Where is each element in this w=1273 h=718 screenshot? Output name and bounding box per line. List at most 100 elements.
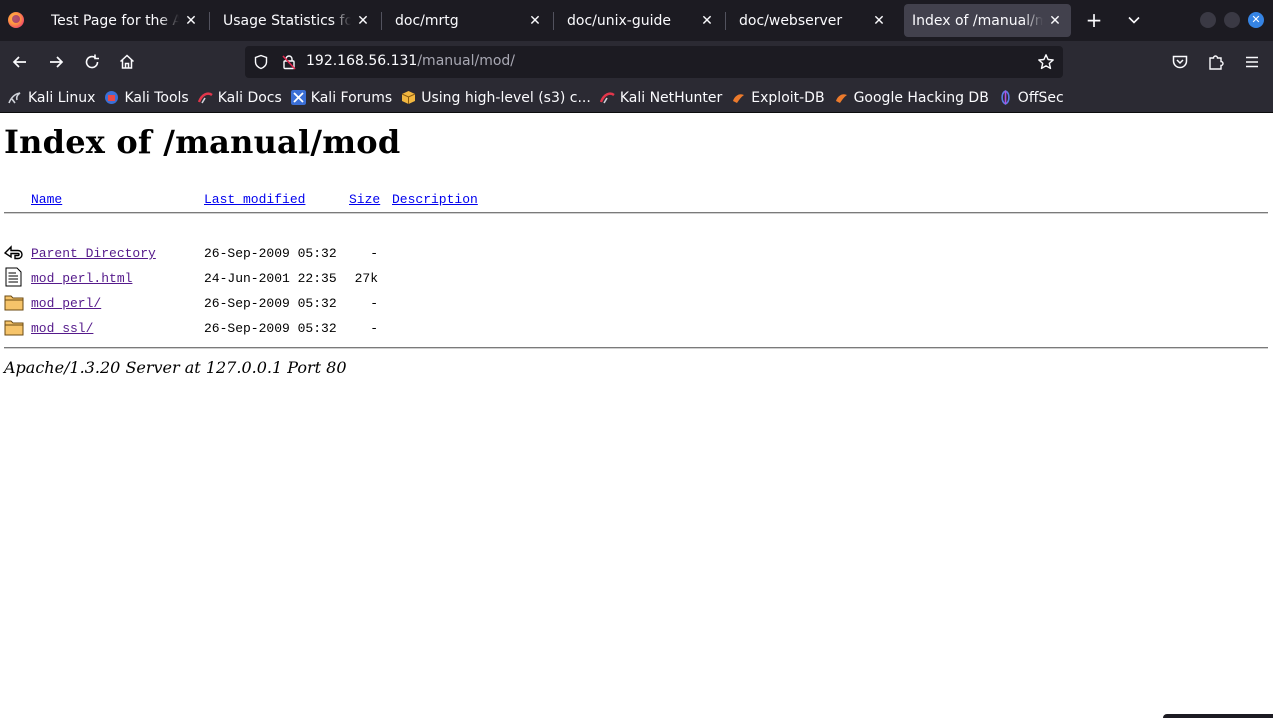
pocket-icon[interactable] [1170,52,1190,72]
server-signature: Apache/1.3.20 Server at 127.0.0.1 Port 8… [4,358,347,377]
chevron-down-icon[interactable] [1126,12,1142,28]
bookmark-label: OffSec [1017,89,1064,106]
bookmark-label: Kali NetHunter [619,89,723,106]
sort-by-size-link[interactable]: Size [349,192,380,207]
kali-docs-icon [197,92,213,104]
bookmark-label: Google Hacking DB [853,89,989,106]
bookmark-kali-docs[interactable]: Kali Docs [197,89,282,106]
minimize-window-icon[interactable] [1200,12,1216,28]
hamburger-menu-icon[interactable] [1242,52,1262,72]
url-host: 192.168.56.131 [306,53,418,69]
kali-tools-icon [105,91,119,104]
file-size: - [370,296,378,311]
navigation-toolbar: 192.168.56.131/manual/mod/ [0,41,1273,83]
tab-label: doc/unix-guide [567,12,671,29]
extensions-puzzle-icon[interactable] [1206,52,1226,72]
ghdb-icon [835,94,847,103]
url-text[interactable]: 192.168.56.131/manual/mod/ [306,53,515,69]
tab-label: Usage Statistics for k [223,12,351,29]
close-icon[interactable]: ✕ [699,13,715,29]
sort-by-description-link[interactable]: Description [392,192,478,207]
bookmark-label: Kali Tools [124,89,189,106]
kali-forums-icon [290,90,306,105]
table-row: mod_perl.html 24-Jun-2001 22:35 27k [4,267,1268,293]
kali-dragon-icon [8,92,21,104]
close-icon[interactable]: ✕ [355,13,371,29]
exploit-db-icon [733,94,745,103]
close-window-icon[interactable]: ✕ [1248,12,1264,28]
file-size: - [370,246,378,261]
back-arrow-icon [4,245,23,260]
kali-nethunter-icon [599,92,615,104]
table-row: mod_perl/ 26-Sep-2009 05:32 - [4,295,1268,318]
tab-doc-unix-guide[interactable]: doc/unix-guide ✕ [559,4,723,37]
sort-by-last-modified-link[interactable]: Last modified [204,192,305,207]
bookmark-label: Kali Forums [310,89,393,106]
file-size: - [370,321,378,336]
tab-separator [209,12,210,30]
bookmark-kali-nethunter[interactable]: Kali NetHunter [599,89,723,106]
page-content: Index of /manual/mod Name Last modified … [0,114,1273,718]
tab-test-page[interactable]: Test Page for the Apache ✕ [43,4,207,37]
text-file-icon [5,267,22,287]
offsec-icon [1001,90,1010,105]
close-icon[interactable]: ✕ [183,13,199,29]
forward-arrow-icon[interactable] [46,52,66,72]
tracking-protection-shield-icon[interactable] [253,54,269,70]
address-bar[interactable]: 192.168.56.131/manual/mod/ [245,46,1063,78]
insecure-lock-icon[interactable] [281,54,297,70]
tab-label: Index of /manual/mod [912,12,1043,29]
horizontal-rule [4,212,1268,214]
home-icon[interactable] [117,52,137,72]
tab-strip: Test Page for the Apache ✕ Usage Statist… [0,0,1273,41]
file-link-mod-perl-html[interactable]: mod_perl.html [31,271,132,286]
page-title: Index of /manual/mod [4,123,401,161]
bookmark-exploit-db[interactable]: Exploit-DB [731,89,825,106]
bookmark-offsec[interactable]: OffSec [998,90,1064,106]
new-tab-plus-icon[interactable]: + [1084,9,1104,31]
close-icon[interactable]: ✕ [527,13,543,29]
tab-doc-mrtg[interactable]: doc/mrtg ✕ [387,4,551,37]
bookmark-using-high-level-s3[interactable]: Using high-level (s3) c... [401,90,591,106]
tab-label: Test Page for the Apache [51,12,179,29]
horizontal-rule [4,347,1268,349]
bookmark-google-hacking-db[interactable]: Google Hacking DB [834,90,989,106]
bookmark-kali-forums[interactable]: Kali Forums [290,89,393,106]
bookmark-kali-tools[interactable]: Kali Tools [104,89,189,106]
file-size: 27k [354,271,378,286]
reload-icon[interactable] [82,52,102,72]
folder-link-mod-ssl[interactable]: mod_ssl/ [31,321,93,336]
folder-icon [4,295,24,311]
last-modified: 26-Sep-2009 05:32 [204,321,337,336]
parent-directory-link[interactable]: Parent Directory [31,246,156,261]
last-modified: 26-Sep-2009 05:32 [204,296,337,311]
tab-index-manual-mod[interactable]: Index of /manual/mod ✕ [904,4,1071,37]
tab-label: doc/webserver [739,12,843,29]
tab-separator [725,12,726,30]
folder-link-mod-perl[interactable]: mod_perl/ [31,296,101,311]
aws-box-icon [402,91,416,104]
bookmark-label: Exploit-DB [751,89,825,106]
folder-icon [4,320,24,336]
bookmarks-toolbar: Kali Linux Kali Tools Kali Docs Kali For… [0,83,1273,113]
tab-separator [381,12,382,30]
last-modified: 26-Sep-2009 05:32 [204,246,337,261]
bookmark-kali-linux[interactable]: Kali Linux [8,90,95,106]
tab-usage-statistics[interactable]: Usage Statistics for k ✕ [215,4,379,37]
bookmark-label: Using high-level (s3) c... [421,89,591,106]
firefox-logo-icon[interactable] [8,12,24,28]
status-panel-edge [1163,714,1273,718]
back-arrow-icon[interactable] [10,52,30,72]
close-icon[interactable]: ✕ [1047,13,1063,29]
close-icon[interactable]: ✕ [871,13,887,29]
tab-separator [553,12,554,30]
bookmark-label: Kali Docs [217,89,282,106]
table-row: Parent Directory 26-Sep-2009 05:32 - [4,245,1268,268]
sort-by-name-link[interactable]: Name [31,192,62,207]
tab-doc-webserver[interactable]: doc/webserver ✕ [731,4,895,37]
maximize-window-icon[interactable] [1224,12,1240,28]
bookmark-label: Kali Linux [28,89,96,106]
tab-label: doc/mrtg [395,12,459,29]
last-modified: 24-Jun-2001 22:35 [204,271,337,286]
bookmark-star-icon[interactable] [1037,53,1055,71]
